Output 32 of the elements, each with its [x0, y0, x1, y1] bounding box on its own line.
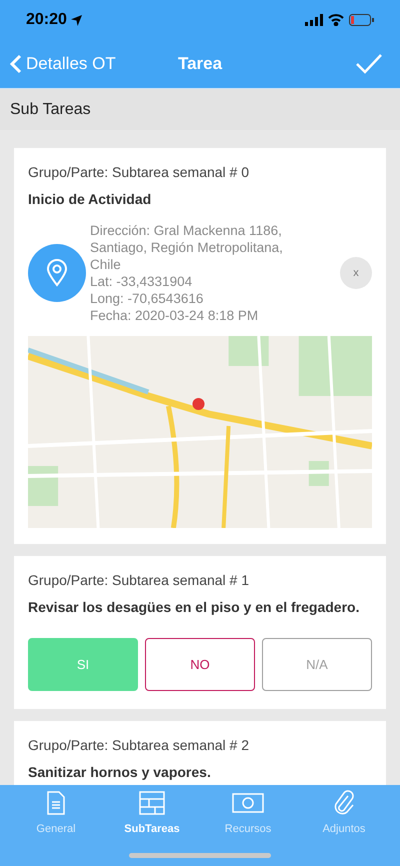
banknote-icon	[232, 793, 264, 813]
tab-bar-item[interactable]: Adjuntos	[304, 789, 384, 838]
location-detail: Dirección: Gral Mackenna 1186, Santiago, Región Metropolitana, Chile	[90, 222, 284, 273]
screen-title: Tarea	[178, 53, 222, 76]
section-title: Sub Tareas	[10, 100, 91, 120]
group-label: Grupo/Parte: Subtarea semanal # 2	[28, 736, 250, 755]
location-detail: Fecha: 2020-03-24 8:18 PM	[90, 307, 260, 324]
checkmark-icon	[356, 54, 382, 74]
answer-button[interactable]: SI	[28, 638, 138, 691]
location-detail: Long: -70,6543616	[90, 290, 204, 307]
location-arrow-icon	[70, 14, 82, 26]
answer-button[interactable]: NO	[145, 638, 255, 691]
back-button[interactable]: Detalles OT	[10, 51, 116, 77]
task-title: Revisar los desagües en el piso y en el fregadero.	[28, 598, 360, 617]
status-time: 20:20	[26, 10, 67, 30]
task-title: Inicio de Actividad	[28, 190, 152, 209]
answer-button[interactable]: N/A	[262, 638, 372, 691]
remove-button[interactable]: x	[340, 257, 372, 289]
task-title: Sanitizar hornos y vapores.	[28, 763, 212, 782]
paperclip-icon	[333, 790, 355, 816]
wifi-icon	[328, 14, 344, 26]
chevron-left-icon	[10, 54, 22, 74]
location-detail: Lat: -33,4331904	[90, 273, 194, 290]
tab-bar-item[interactable]: Recursos	[208, 789, 288, 838]
group-label: Grupo/Parte: Subtarea semanal # 1	[28, 571, 250, 590]
group-label: Grupo/Parte: Subtarea semanal # 0	[28, 163, 250, 182]
battery-icon	[349, 14, 374, 26]
tab-bar-item[interactable]: General	[16, 789, 96, 838]
document-icon	[46, 791, 66, 815]
signal-icon	[305, 14, 323, 26]
tab-bar-item[interactable]: SubTareas	[112, 789, 192, 838]
table-icon	[139, 791, 165, 815]
